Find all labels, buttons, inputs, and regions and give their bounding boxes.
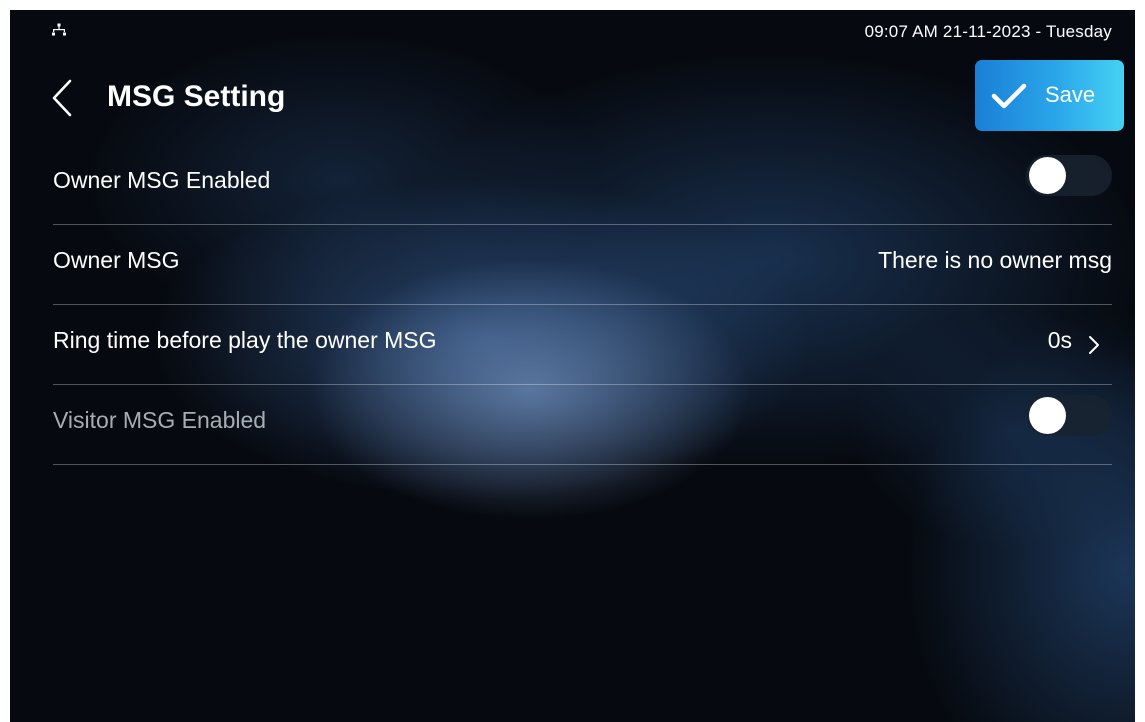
- setting-row-ring-time: Ring time before play the owner MSG 0s: [53, 305, 1112, 385]
- toggle-knob: [1029, 157, 1066, 194]
- toggle-knob: [1029, 397, 1066, 434]
- page-title: MSG Setting: [107, 80, 286, 113]
- status-datetime: 09:07 AM 21-11-2023 - Tuesday: [864, 22, 1112, 41]
- ring-time-select[interactable]: 0s: [992, 320, 1112, 370]
- settings-list: Owner MSG Enabled Owner MSG There is no …: [53, 145, 1112, 465]
- network-icon: [52, 23, 66, 37]
- chevron-left-icon: [52, 79, 72, 117]
- owner-msg-enabled-label: Owner MSG Enabled: [53, 167, 271, 193]
- checkmark-icon: [991, 83, 1027, 109]
- ring-time-value: 0s: [1047, 327, 1072, 353]
- header: MSG Setting Save: [10, 60, 1135, 132]
- msg-setting-screen: 09:07 AM 21-11-2023 - Tuesday MSG Settin…: [10, 10, 1135, 722]
- ring-time-label: Ring time before play the owner MSG: [53, 327, 437, 353]
- setting-row-visitor-msg-enabled: Visitor MSG Enabled: [53, 385, 1112, 465]
- back-button[interactable]: [46, 78, 82, 118]
- visitor-msg-enabled-toggle[interactable]: [1026, 395, 1112, 436]
- chevron-right-icon: [1089, 336, 1099, 354]
- setting-row-owner-msg-enabled: Owner MSG Enabled: [53, 145, 1112, 225]
- setting-row-owner-msg[interactable]: Owner MSG There is no owner msg: [53, 225, 1112, 305]
- visitor-msg-enabled-label: Visitor MSG Enabled: [53, 407, 267, 433]
- status-bar: 09:07 AM 21-11-2023 - Tuesday: [10, 10, 1135, 56]
- save-button-label: Save: [1045, 82, 1096, 107]
- save-button[interactable]: Save: [975, 60, 1124, 131]
- owner-msg-label: Owner MSG: [53, 247, 180, 273]
- owner-msg-value: There is no owner msg: [878, 247, 1112, 273]
- owner-msg-enabled-toggle[interactable]: [1026, 155, 1112, 196]
